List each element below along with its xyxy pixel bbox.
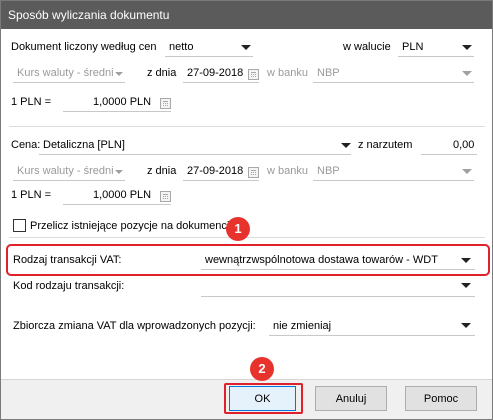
price-value: Detaliczna [PLN] (43, 139, 125, 151)
calendar-icon[interactable] (248, 69, 259, 80)
bank-label-1: w banku (267, 67, 308, 79)
help-button[interactable]: Pomoc (405, 386, 477, 411)
cancel-button[interactable]: Anuluj (315, 386, 387, 411)
section-divider (9, 237, 485, 238)
title-bar[interactable]: Sposób wyliczania dokumentu (1, 1, 492, 29)
annotation-marker-2: 2 (250, 357, 274, 381)
code-label: Kod rodzaju transakcji: (13, 280, 125, 292)
date-value-1: 27-09-2018 (187, 67, 244, 79)
markup-value: 0,00 (453, 139, 475, 151)
vat-type-label: Rodzaj transakcji VAT: (13, 254, 122, 266)
chevron-down-icon (462, 71, 472, 76)
pln-label-1: 1 PLN = (11, 96, 52, 108)
window-title: Sposób wyliczania dokumentu (8, 8, 170, 22)
pln-rate-value-2: 1,0000 PLN (93, 189, 152, 201)
bank-value-1: NBP (317, 67, 340, 79)
recalc-label: Przelicz istniejące pozycje na dokumenci… (30, 220, 236, 232)
recalc-checkbox[interactable] (13, 219, 26, 232)
currency-label: w walucie (343, 41, 391, 53)
chevron-down-icon (115, 170, 123, 174)
pln-rate-value-1: 1,0000 PLN (93, 96, 152, 108)
rate-type-value-2: Kurs waluty - średni (17, 165, 114, 177)
bulk-vat-label: Zbiorcza zmiana VAT dla wprowadzonych po… (13, 320, 256, 332)
chevron-down-icon (461, 258, 471, 263)
section-divider (9, 126, 485, 127)
vat-type-value: wewnątrzwspólnotowa dostawa towarów - WD… (205, 254, 438, 266)
chevron-down-icon (461, 283, 471, 288)
date-label-1: z dnia (147, 67, 177, 79)
date-label-2: z dnia (147, 165, 177, 177)
chevron-down-icon (461, 323, 471, 328)
calendar-icon[interactable] (248, 167, 259, 178)
date-value-2: 27-09-2018 (187, 165, 244, 177)
pln-label-2: 1 PLN = (11, 189, 52, 201)
chevron-down-icon (462, 169, 472, 174)
dialog-content: Dokument liczony według cen netto w walu… (1, 29, 492, 379)
dialog-footer: OK Anuluj Pomoc (1, 379, 492, 419)
calculator-icon[interactable] (160, 98, 171, 109)
bank-value-2: NBP (317, 165, 340, 177)
dialog-window: Sposób wyliczania dokumentu Dokument lic… (0, 0, 493, 420)
doc-price-label: Dokument liczony według cen (11, 41, 157, 53)
bulk-vat-value: nie zmieniaj (273, 320, 332, 332)
chevron-down-icon (241, 45, 251, 50)
ok-button[interactable]: OK (229, 386, 296, 411)
rate-type-value: Kurs waluty - średni (17, 67, 114, 79)
price-label: Cena: (11, 139, 41, 151)
annotation-marker-1: 1 (226, 217, 250, 241)
chevron-down-icon (462, 45, 472, 50)
bank-label-2: w banku (267, 165, 308, 177)
doc-price-value: netto (169, 41, 194, 53)
chevron-down-icon (341, 143, 351, 148)
chevron-down-icon (115, 72, 123, 76)
calculator-icon[interactable] (160, 191, 171, 202)
markup-label: z narzutem (358, 139, 413, 151)
currency-value: PLN (402, 41, 424, 53)
